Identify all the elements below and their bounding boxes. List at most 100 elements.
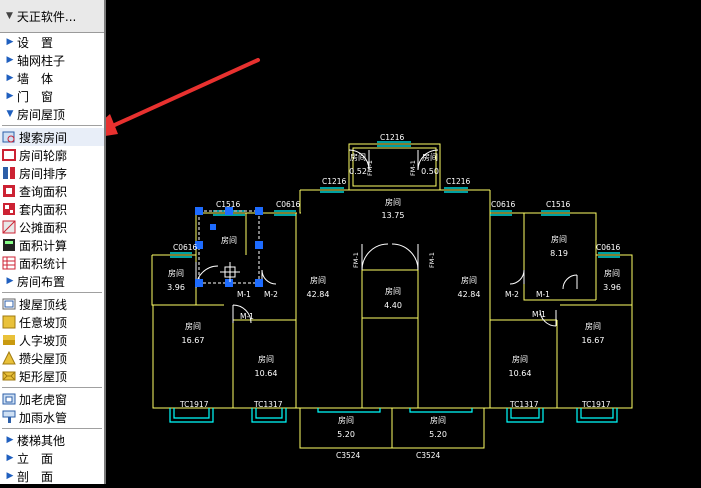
svg-text:0.50: 0.50 <box>421 167 439 176</box>
collapse-triangle-icon: ▼ <box>6 11 13 21</box>
svg-text:TC1917: TC1917 <box>179 400 209 409</box>
area-stats-icon <box>2 256 16 270</box>
svg-text:FM-1: FM-1 <box>352 252 360 268</box>
suite-area-icon <box>2 202 16 216</box>
menu-dormer[interactable]: 加老虎窗 <box>0 390 104 408</box>
svg-text:C1216: C1216 <box>322 177 347 186</box>
menu-roof-line[interactable]: 搜屋顶线 <box>0 295 104 313</box>
svg-text:M-1: M-1 <box>240 312 254 321</box>
svg-text:8.19: 8.19 <box>550 249 568 258</box>
svg-text:C1516: C1516 <box>216 200 241 209</box>
chevron-right-icon: ▶ <box>6 55 14 65</box>
chevron-right-icon: ▶ <box>6 453 14 463</box>
menu-room-sort[interactable]: 房间排序 <box>0 164 104 182</box>
svg-text:FM-1: FM-1 <box>409 160 417 176</box>
divider <box>2 125 102 126</box>
svg-text:42.84: 42.84 <box>458 290 481 299</box>
svg-text:房间: 房间 <box>604 268 620 278</box>
menu-search-room[interactable]: 搜索房间 <box>0 128 104 146</box>
svg-text:FM-1: FM-1 <box>366 160 374 176</box>
svg-text:5.20: 5.20 <box>429 430 447 439</box>
walls <box>151 143 633 449</box>
svg-text:10.64: 10.64 <box>509 369 532 378</box>
dormer-icon <box>2 392 16 406</box>
svg-text:房间: 房间 <box>185 321 201 331</box>
menu-area-calc[interactable]: 面积计算 <box>0 236 104 254</box>
svg-text:房间: 房间 <box>258 354 274 364</box>
svg-text:13.75: 13.75 <box>382 211 405 220</box>
menu-walls[interactable]: ▶ 墙 体 <box>0 69 104 87</box>
menu-room-outline[interactable]: 房间轮廓 <box>0 146 104 164</box>
menu-axis-columns[interactable]: ▶ 轴网柱子 <box>0 51 104 69</box>
menu-gable-roof[interactable]: 人字坡顶 <box>0 331 104 349</box>
menu-any-slope-roof[interactable]: 任意坡顶 <box>0 313 104 331</box>
menu-rect-roof[interactable]: 矩形屋顶 <box>0 367 104 385</box>
windows <box>169 141 620 423</box>
menu-stairs-other[interactable]: ▶ 楼梯其他 <box>0 431 104 449</box>
svg-text:10.64: 10.64 <box>255 369 278 378</box>
svg-text:房间: 房间 <box>385 286 401 296</box>
floor-plan: C1216 C1216 C1216 C1516 C1516 C0616 C061… <box>80 58 633 460</box>
menu-elevation[interactable]: ▶ 立 面 <box>0 449 104 467</box>
svg-text:C3524: C3524 <box>416 451 441 460</box>
rain-pipe-icon <box>2 410 16 424</box>
svg-text:房间: 房间 <box>551 234 567 244</box>
room-outline-icon <box>2 148 16 162</box>
svg-text:0.52: 0.52 <box>349 167 367 176</box>
svg-text:M-1: M-1 <box>532 310 546 319</box>
room-labels: 房间 0.52 房间 0.50 房间 13.75 房间 4.40 房间 42.84 房间 4… <box>167 152 621 439</box>
svg-text:房间: 房间 <box>221 235 237 245</box>
svg-text:TC1317: TC1317 <box>509 400 539 409</box>
svg-text:TC1317: TC1317 <box>253 400 283 409</box>
area-calc-icon <box>2 238 16 252</box>
menu-section[interactable]: ▶ 剖 面 <box>0 467 104 484</box>
gable-roof-icon <box>2 333 16 347</box>
chevron-right-icon: ▶ <box>6 276 14 286</box>
menu-rooms-roofs[interactable]: ▼ 房间屋顶 <box>0 105 104 123</box>
svg-text:C0616: C0616 <box>491 200 516 209</box>
menu-doors-windows[interactable]: ▶ 门 窗 <box>0 87 104 105</box>
menu-area-stats[interactable]: 面积统计 <box>0 254 104 272</box>
svg-text:3.96: 3.96 <box>167 283 185 292</box>
svg-text:M-2: M-2 <box>505 290 519 299</box>
rect-roof-icon <box>2 369 16 383</box>
svg-text:房间: 房间 <box>585 321 601 331</box>
svg-text:房间: 房间 <box>430 415 446 425</box>
svg-text:房间: 房间 <box>385 197 401 207</box>
menu-settings[interactable]: ▶ 设 置 <box>0 33 104 51</box>
svg-text:房间: 房间 <box>338 415 354 425</box>
menu-room-layout[interactable]: ▶ 房间布置 <box>0 272 104 290</box>
doors <box>195 149 578 327</box>
menu-suite-area[interactable]: 套内面积 <box>0 200 104 218</box>
svg-text:16.67: 16.67 <box>582 336 605 345</box>
svg-text:M-1: M-1 <box>536 290 550 299</box>
chevron-right-icon: ▶ <box>6 37 14 47</box>
svg-text:房间: 房间 <box>512 354 528 364</box>
chevron-right-icon: ▶ <box>6 73 14 83</box>
svg-text:C1516: C1516 <box>546 200 571 209</box>
svg-text:C1216: C1216 <box>380 133 405 142</box>
menu-pyramid-roof[interactable]: 攒尖屋顶 <box>0 349 104 367</box>
shared-area-icon <box>2 220 16 234</box>
any-slope-roof-icon <box>2 315 16 329</box>
svg-text:42.84: 42.84 <box>307 290 330 299</box>
chevron-down-icon: ▼ <box>6 109 14 119</box>
sidebar-title[interactable]: ▼ 天正软件... <box>0 0 104 33</box>
menu-shared-area[interactable]: 公摊面积 <box>0 218 104 236</box>
svg-text:3.96: 3.96 <box>603 283 621 292</box>
svg-text:C0616: C0616 <box>173 243 198 252</box>
sidebar-title-text: 天正软件... <box>16 9 77 24</box>
grip-points[interactable] <box>195 207 263 287</box>
svg-text:16.67: 16.67 <box>182 336 205 345</box>
svg-text:5.20: 5.20 <box>337 430 355 439</box>
chevron-right-icon: ▶ <box>6 91 14 101</box>
menu-rain-pipe[interactable]: 加雨水管 <box>0 408 104 426</box>
cad-drawing-canvas[interactable]: C1216 C1216 C1216 C1516 C1516 C0616 C061… <box>80 0 701 484</box>
selection-highlight[interactable] <box>195 207 263 287</box>
menu-query-area[interactable]: 查询面积 <box>0 182 104 200</box>
chevron-right-icon: ▶ <box>6 471 14 481</box>
svg-text:C0616: C0616 <box>596 243 621 252</box>
annotation-arrow <box>80 58 260 140</box>
pyramid-roof-icon <box>2 351 16 365</box>
tianzheng-sidebar: ▼ 天正软件... ▶ 设 置 ▶ 轴网柱子 ▶ 墙 体 ▶ 门 窗 ▼ 房间屋顶 搜索房… <box>0 0 106 484</box>
